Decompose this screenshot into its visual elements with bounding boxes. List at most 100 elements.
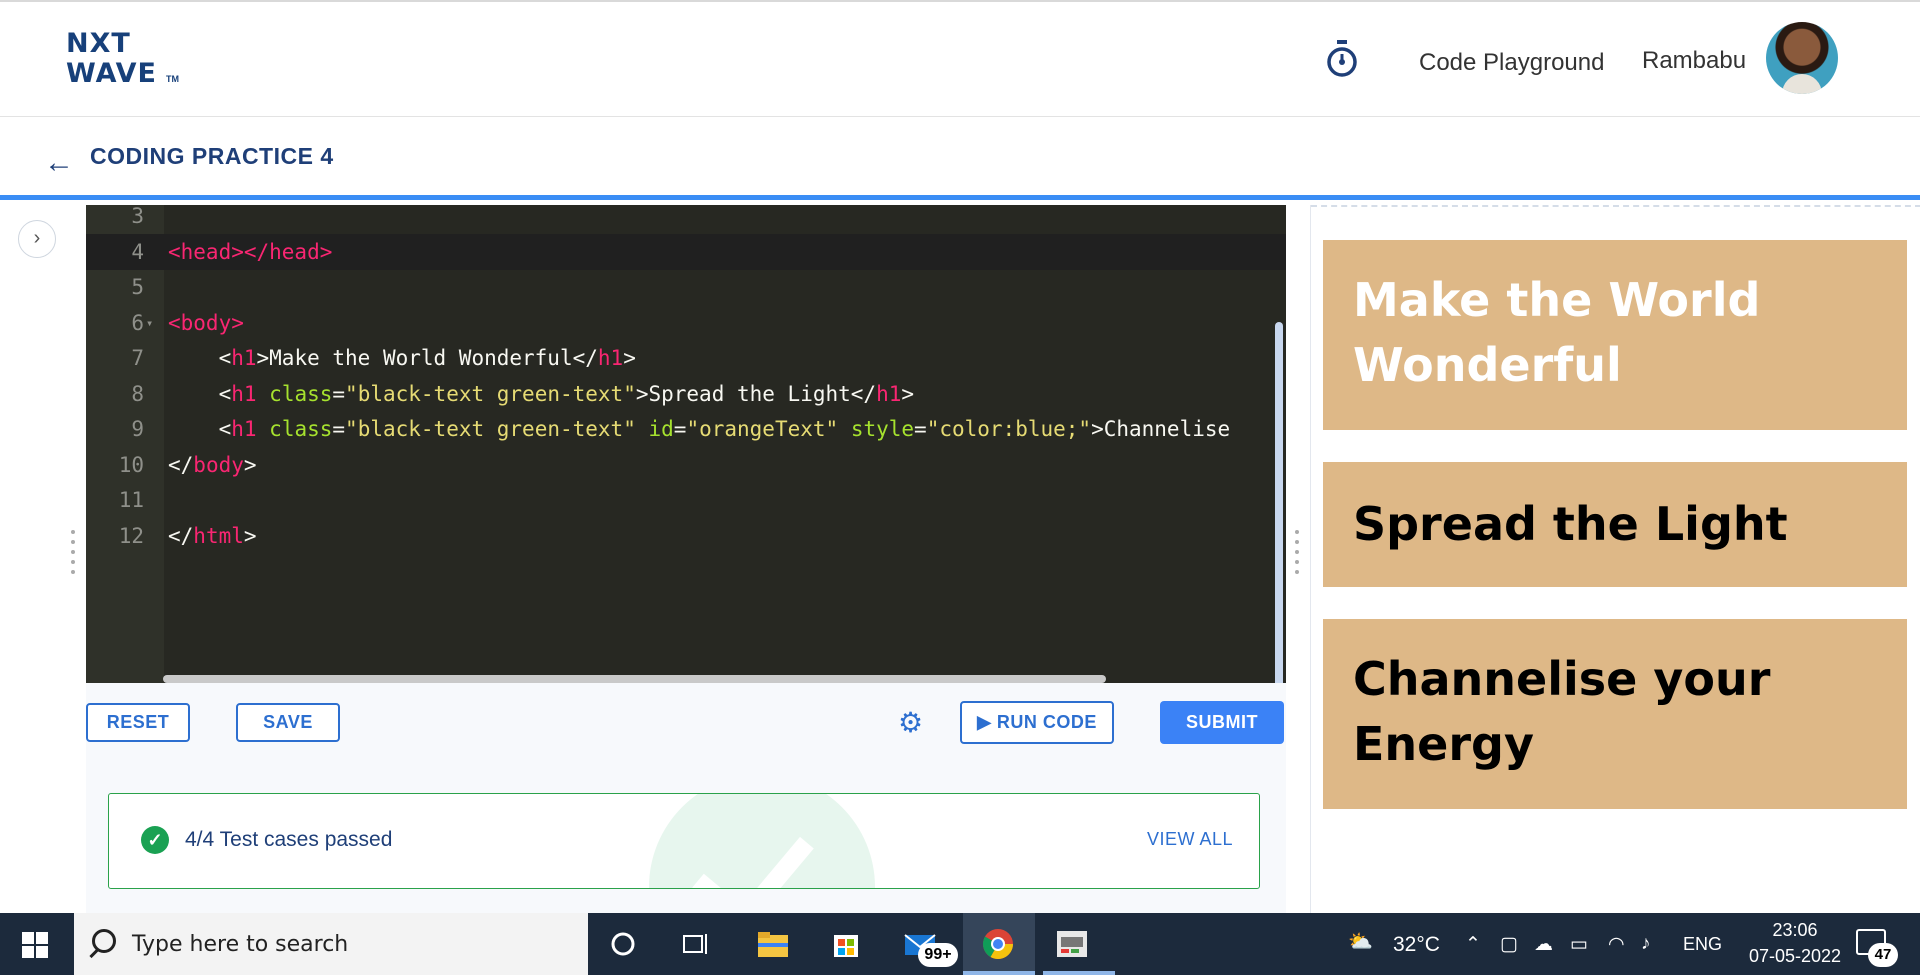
code-text: </body> (168, 447, 257, 483)
code-token: <body> (168, 310, 244, 335)
battery-icon[interactable]: ▭ (1570, 933, 1588, 956)
code-text: <h1 class="black-text green-text">Spread… (168, 376, 914, 412)
code-text: <h1>Make the World Wonderful</h1> (168, 340, 636, 376)
clock-time[interactable]: 23:06 (1760, 920, 1830, 941)
file-explorer-icon[interactable] (756, 927, 790, 961)
code-line[interactable]: 10 </body> (86, 447, 1286, 483)
code-line[interactable]: 5 (86, 269, 1286, 305)
avatar[interactable] (1766, 22, 1838, 94)
code-line[interactable]: 12 </html> (86, 518, 1286, 554)
code-line[interactable]: 8 <h1 class="black-text green-text">Spre… (86, 376, 1286, 412)
code-line[interactable]: 6 ▾ <body> (86, 305, 1286, 341)
code-token: = (332, 417, 346, 441)
save-button[interactable]: SAVE (236, 703, 340, 742)
run-code-button[interactable]: ▶ RUN CODE (960, 701, 1114, 744)
code-playground-link[interactable]: Code Playground (1419, 49, 1604, 77)
search-placeholder: Type here to search (132, 932, 349, 957)
clock-date[interactable]: 07-05-2022 (1735, 946, 1855, 967)
submit-button[interactable]: SUBMIT (1160, 701, 1284, 744)
view-all-link[interactable]: VIEW ALL (1147, 829, 1233, 850)
code-token: "color:blue;" (926, 417, 1092, 441)
code-token: h1 (876, 381, 902, 406)
cortana-icon[interactable] (606, 927, 640, 961)
code-token: class (269, 417, 333, 441)
code-line[interactable]: 11 (86, 482, 1286, 518)
code-line[interactable]: 3 (86, 205, 1286, 234)
output-heading: Spread the Light (1353, 497, 1788, 551)
code-token: html (193, 523, 244, 548)
code-token: > (243, 452, 257, 477)
check-circle-icon: ✓ (141, 826, 169, 854)
microsoft-store-icon[interactable] (829, 927, 863, 961)
code-token: = (914, 417, 927, 441)
taskbar-search-input[interactable]: Type here to search (74, 913, 588, 975)
chrome-icon[interactable] (981, 927, 1015, 961)
expand-panel-button[interactable]: › (18, 220, 56, 258)
line-number: 11 (118, 488, 144, 512)
windows-taskbar: Type here to search 99+ ⛅ 32°C ⌃ ▢ ☁ ▭ ◠… (0, 913, 1920, 975)
test-results-box: ✓ 4/4 Test cases passed VIEW ALL (108, 793, 1260, 889)
logo-trademark: TM (166, 74, 179, 84)
stopwatch-icon[interactable] (1325, 40, 1359, 78)
code-token: class (269, 381, 333, 406)
meet-now-icon[interactable]: ▢ (1500, 933, 1518, 956)
logo-text-top: NXT (66, 28, 131, 59)
code-token: < (168, 381, 232, 406)
code-token: <head></head> (168, 239, 333, 264)
line-number: 10 (118, 452, 144, 477)
top-header: NXT WAVE TM Code Playground Rambabu (0, 0, 1920, 117)
horizontal-scrollbar[interactable] (163, 675, 1106, 683)
gear-icon[interactable]: ⚙ (898, 709, 926, 737)
user-name: Rambabu (1642, 47, 1747, 74)
code-token: "black-text green-text" (345, 417, 636, 441)
windows-start-icon[interactable] (22, 932, 48, 958)
code-line[interactable]: 9 <h1 class="black-text green-text" id="… (86, 411, 1286, 447)
code-editor[interactable]: 3 4 <head></head> 5 6 ▾ <body> 7 <h1>Make the W… (86, 205, 1286, 683)
code-token: >Make the World Wonderful</ (256, 346, 598, 370)
page-title: CODING PRACTICE 4 (90, 143, 334, 169)
onedrive-icon[interactable]: ☁ (1534, 933, 1553, 956)
right-resize-handle[interactable] (1295, 530, 1301, 590)
code-token: h1 (597, 346, 624, 370)
line-number: 4 (131, 239, 144, 264)
weather-icon[interactable]: ⛅ (1348, 929, 1373, 954)
code-token: h1 (231, 381, 257, 406)
output-heading: Channelise your Energy (1353, 652, 1771, 771)
output-card: Spread the Light (1323, 462, 1907, 587)
logo-text-bottom: WAVE (66, 58, 157, 89)
code-token: </ (168, 523, 194, 548)
mail-badge: 99+ (918, 943, 958, 967)
code-token: h1 (231, 346, 257, 370)
output-card: Channelise your Energy (1323, 619, 1907, 809)
disk-app-icon[interactable] (1055, 927, 1089, 961)
temperature[interactable]: 32°C (1393, 933, 1440, 957)
line-number: 8 (131, 381, 144, 406)
line-number: 9 (131, 417, 144, 441)
active-app-underline (963, 971, 1035, 975)
language-indicator[interactable]: ENG (1683, 934, 1722, 955)
code-line[interactable]: 4 <head></head> (86, 233, 1286, 270)
line-number: 7 (131, 346, 144, 370)
chevron-up-icon[interactable]: ⌃ (1465, 933, 1481, 956)
code-token: id (648, 417, 674, 441)
code-token: style (850, 417, 915, 441)
code-token: = (673, 417, 687, 441)
code-text: <head></head> (168, 234, 332, 270)
output-card: Make the World Wonderful (1323, 240, 1907, 430)
wifi-icon[interactable]: ◠ (1608, 933, 1625, 956)
left-resize-handle[interactable] (71, 530, 77, 590)
nxtwave-logo[interactable]: NXT WAVE TM (66, 28, 186, 89)
reset-button[interactable]: RESET (86, 703, 190, 742)
fold-toggle-icon[interactable]: ▾ (146, 305, 153, 341)
code-token: = (332, 381, 346, 406)
code-line[interactable]: 7 <h1>Make the World Wonderful</h1> (86, 340, 1286, 376)
code-token: h1 (231, 417, 257, 441)
back-arrow-icon[interactable]: ← (44, 146, 74, 180)
task-view-icon[interactable] (678, 927, 712, 961)
volume-icon[interactable]: ♪ (1641, 933, 1651, 955)
test-status-text: 4/4 Test cases passed (185, 828, 393, 851)
